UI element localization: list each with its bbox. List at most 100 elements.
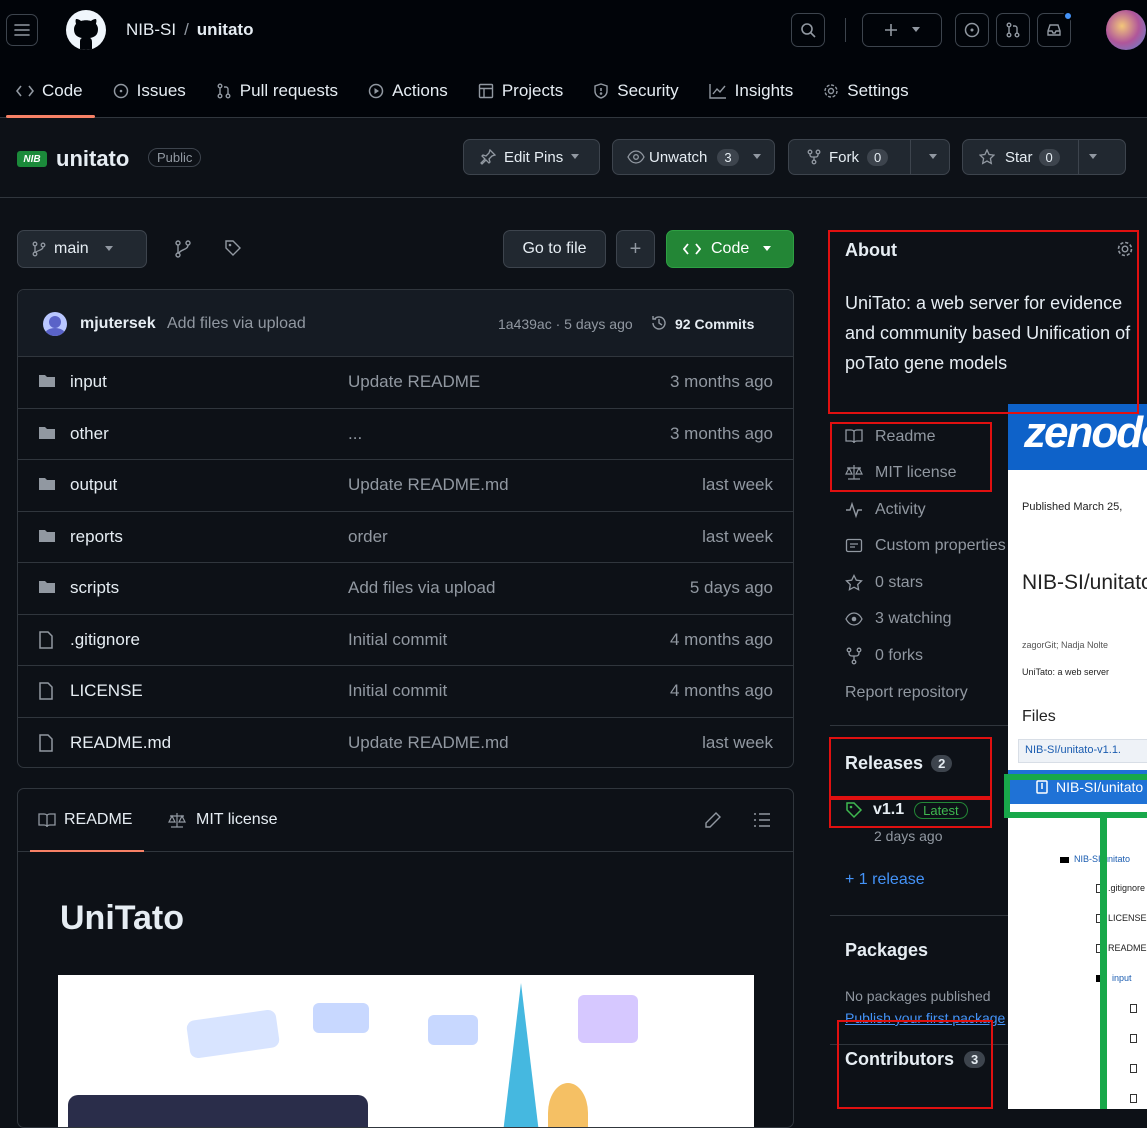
about-link-note[interactable]: Custom properties [845, 537, 1006, 555]
avatar[interactable] [1106, 10, 1146, 50]
caret-down-icon [752, 154, 761, 159]
file-commit-message[interactable]: Add files via upload [348, 578, 495, 598]
repo-name[interactable]: unitato [56, 146, 129, 172]
tab-license-label: MIT license [196, 811, 278, 828]
star-count: 0 [1038, 148, 1060, 166]
tab-label: Pull requests [239, 81, 339, 100]
zenodo-authors: zagorGit; Nadja Nolte [1022, 640, 1109, 650]
zenodo-description: UniTato: a web server [1022, 667, 1110, 677]
tab-pull-requests[interactable]: Pull requests [216, 70, 354, 112]
star-divider [1077, 140, 1079, 174]
file-row-icon [38, 630, 54, 654]
tab-insights[interactable]: Insights [708, 70, 810, 112]
owner-link[interactable]: NIB-SI [126, 20, 176, 39]
file-name[interactable]: scripts [70, 578, 119, 598]
file-name[interactable]: input [70, 372, 107, 392]
menu-button[interactable] [6, 14, 38, 46]
file-directory-icon [39, 478, 55, 490]
go-to-file-button[interactable]: Go to file [503, 230, 606, 268]
caret-down-icon[interactable] [929, 154, 938, 160]
about-link-eye[interactable]: 3 watching [845, 610, 952, 628]
file-name[interactable]: other [70, 424, 109, 444]
about-link-fork[interactable]: 0 forks [845, 647, 923, 665]
eye-icon [627, 150, 645, 164]
file-name[interactable]: LICENSE [70, 681, 143, 701]
tab-code[interactable]: Code [6, 70, 99, 118]
pencil-icon[interactable] [704, 811, 722, 829]
tab-issues[interactable]: Issues [113, 70, 202, 112]
file-commit-message[interactable]: Update README [348, 372, 480, 392]
file-row[interactable]: .gitignore Initial commit 4 months ago [18, 615, 793, 666]
illus-card-shape [313, 1003, 369, 1033]
tab-projects[interactable]: Projects [478, 70, 579, 112]
report-repository-link[interactable]: Report repository [845, 684, 968, 702]
about-link-pulse[interactable]: Activity [845, 501, 926, 519]
star-button[interactable]: Star 0 [962, 139, 1126, 175]
file-commit-message[interactable]: order [348, 527, 388, 547]
tab-readme[interactable]: README [30, 789, 145, 852]
file-name[interactable]: README.md [70, 733, 171, 753]
file-commit-message[interactable]: Update README.md [348, 475, 509, 495]
add-file-button[interactable]: + [616, 230, 655, 268]
play-icon [368, 83, 384, 99]
tab-license[interactable]: MIT license [168, 789, 278, 851]
inbox-button[interactable] [1037, 11, 1073, 47]
repo-header: NIB unitato Public Edit Pins Unwatch 3 F… [0, 118, 1147, 198]
illus-ear-shape [548, 1083, 588, 1127]
file-row[interactable]: reports order last week [18, 512, 793, 563]
history-icon [652, 316, 666, 330]
file-name[interactable]: .gitignore [70, 630, 140, 650]
readme-panel: README MIT license UniTato [17, 788, 794, 1128]
pull-requests-button[interactable] [996, 13, 1030, 47]
annotation-box-green-selected [1004, 774, 1147, 818]
tree-item[interactable]: input [1112, 973, 1132, 983]
file-commit-message[interactable]: ... [348, 424, 362, 444]
file-row[interactable]: other... 3 months ago [18, 409, 793, 460]
no-packages-text: No packages published [845, 988, 991, 1004]
file-name[interactable]: reports [70, 527, 123, 547]
branches-icon[interactable] [175, 240, 191, 258]
zenodo-archive-name[interactable]: NIB-SI/unitato-v1.1. [1025, 744, 1121, 756]
unwatch-button[interactable]: Unwatch 3 [612, 139, 775, 175]
file-commit-message[interactable]: Update README.md [348, 733, 509, 753]
tab-label: Insights [734, 81, 794, 100]
file-row[interactable]: output Update README.md last week [18, 460, 793, 512]
branch-select-button[interactable]: main [17, 230, 147, 268]
file-row[interactable]: README.md Update README.md last week [18, 718, 793, 768]
add-file-label: + [629, 237, 642, 260]
zenodo-tree: NIB-SI/unitato .gitignore LICENSE README… [1008, 814, 1147, 1109]
create-new-button[interactable] [862, 13, 942, 47]
tag-icon[interactable] [224, 239, 242, 257]
file-row[interactable]: scripts Add files via upload 5 days ago [18, 563, 793, 615]
file-row[interactable]: input Update README 3 months ago [18, 357, 793, 409]
tab-actions[interactable]: Actions [368, 70, 464, 112]
commit-author[interactable]: mjutersek [80, 315, 156, 333]
git-pull-request-icon [1006, 22, 1020, 38]
edit-pins-button[interactable]: Edit Pins [463, 139, 600, 175]
code-dropdown-button[interactable]: Code [666, 230, 794, 268]
unwatch-label: Unwatch [649, 148, 708, 166]
caret-down-icon[interactable] [1088, 154, 1097, 160]
search-button[interactable] [791, 13, 825, 47]
github-logo[interactable] [66, 10, 106, 50]
fork-button[interactable]: Fork 0 [788, 139, 950, 175]
commits-count[interactable]: 92 Commits [675, 316, 754, 332]
file-row[interactable]: LICENSE Initial commit 4 months ago [18, 666, 793, 718]
more-releases-link[interactable]: + 1 release [845, 871, 925, 889]
file-commit-message[interactable]: Initial commit [348, 681, 447, 701]
file-row-icon [38, 425, 56, 446]
issues-button[interactable] [955, 13, 989, 47]
commit-message[interactable]: Add files via upload [167, 315, 306, 333]
commit-hash-time[interactable]: 1a439ac · 5 days ago [498, 316, 633, 332]
list-icon[interactable] [753, 812, 771, 828]
law-icon [168, 813, 186, 828]
tab-security[interactable]: Security [593, 70, 694, 112]
tab-settings[interactable]: Settings [823, 70, 924, 112]
file-directory-icon [39, 375, 55, 387]
about-link-star[interactable]: 0 stars [845, 574, 923, 592]
packages-title[interactable]: Packages [845, 940, 928, 961]
commit-author-avatar[interactable] [43, 312, 67, 336]
file-name[interactable]: output [70, 475, 117, 495]
file-commit-message[interactable]: Initial commit [348, 630, 447, 650]
repo-link[interactable]: unitato [197, 20, 254, 39]
